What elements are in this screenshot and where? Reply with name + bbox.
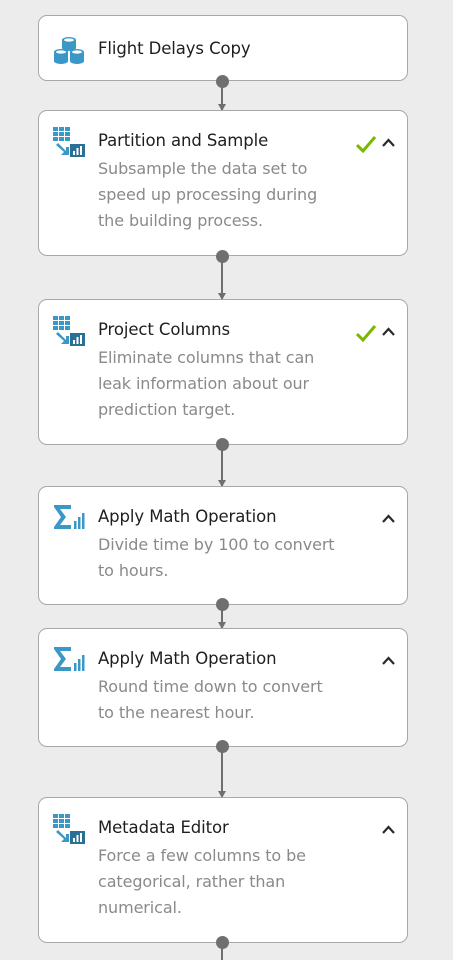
- module-node-flight-delays-copy[interactable]: Flight Delays Copy: [38, 15, 408, 81]
- description-line: Round time down to convert: [98, 677, 323, 696]
- output-port[interactable]: [216, 936, 229, 949]
- module-title: Flight Delays Copy: [98, 39, 251, 58]
- check-icon: [356, 325, 376, 342]
- output-port[interactable]: [216, 438, 229, 451]
- output-port[interactable]: [216, 598, 229, 611]
- module-title: Project Columns: [98, 320, 230, 339]
- description-line: speed up processing during: [98, 185, 318, 204]
- module-description: Divide time by 100 to convert to hours.: [98, 532, 358, 584]
- chevron-up-icon[interactable]: [382, 138, 395, 148]
- description-line: categorical, rather than: [98, 872, 286, 891]
- module-node-apply-math-operation[interactable]: Apply Math Operation Round time down to …: [38, 628, 408, 747]
- module-description: Subsample the data set to speed up proce…: [98, 156, 358, 234]
- module-node-apply-math-operation[interactable]: Apply Math Operation Divide time by 100 …: [38, 486, 408, 605]
- output-port[interactable]: [216, 740, 229, 753]
- sigma-chart-icon: [54, 647, 85, 671]
- output-port[interactable]: [216, 75, 229, 88]
- description-line: to hours.: [98, 561, 169, 580]
- module-description: Eliminate columns that can leak informat…: [98, 345, 358, 423]
- module-node-partition-and-sample[interactable]: Partition and Sample Subsample the data …: [38, 110, 408, 256]
- output-port[interactable]: [216, 250, 229, 263]
- description-line: prediction target.: [98, 400, 236, 419]
- description-line: to the nearest hour.: [98, 703, 255, 722]
- description-line: the building process.: [98, 211, 263, 230]
- chevron-up-icon[interactable]: [382, 656, 395, 666]
- module-description: Round time down to convert to the neares…: [98, 674, 358, 726]
- description-line: Force a few columns to be: [98, 846, 306, 865]
- check-icon: [356, 136, 376, 153]
- table-split-icon: [53, 814, 85, 844]
- description-line: Subsample the data set to: [98, 159, 308, 178]
- database-icon: [54, 37, 84, 64]
- module-title: Partition and Sample: [98, 131, 269, 150]
- description-line: Eliminate columns that can: [98, 348, 315, 367]
- chevron-up-icon[interactable]: [382, 825, 395, 835]
- module-title: Apply Math Operation: [98, 507, 277, 526]
- module-description: Force a few columns to be categorical, r…: [98, 843, 358, 921]
- module-title: Metadata Editor: [98, 818, 229, 837]
- table-split-icon: [53, 316, 85, 346]
- table-split-icon: [53, 127, 85, 157]
- description-line: numerical.: [98, 898, 182, 917]
- description-line: Divide time by 100 to convert: [98, 535, 335, 554]
- module-title: Apply Math Operation: [98, 649, 277, 668]
- module-node-project-columns[interactable]: Project Columns Eliminate columns that c…: [38, 299, 408, 445]
- module-node-metadata-editor[interactable]: Metadata Editor Force a few columns to b…: [38, 797, 408, 943]
- description-line: leak information about our: [98, 374, 310, 393]
- chevron-up-icon[interactable]: [382, 327, 395, 337]
- sigma-chart-icon: [54, 505, 85, 529]
- chevron-up-icon[interactable]: [382, 514, 395, 524]
